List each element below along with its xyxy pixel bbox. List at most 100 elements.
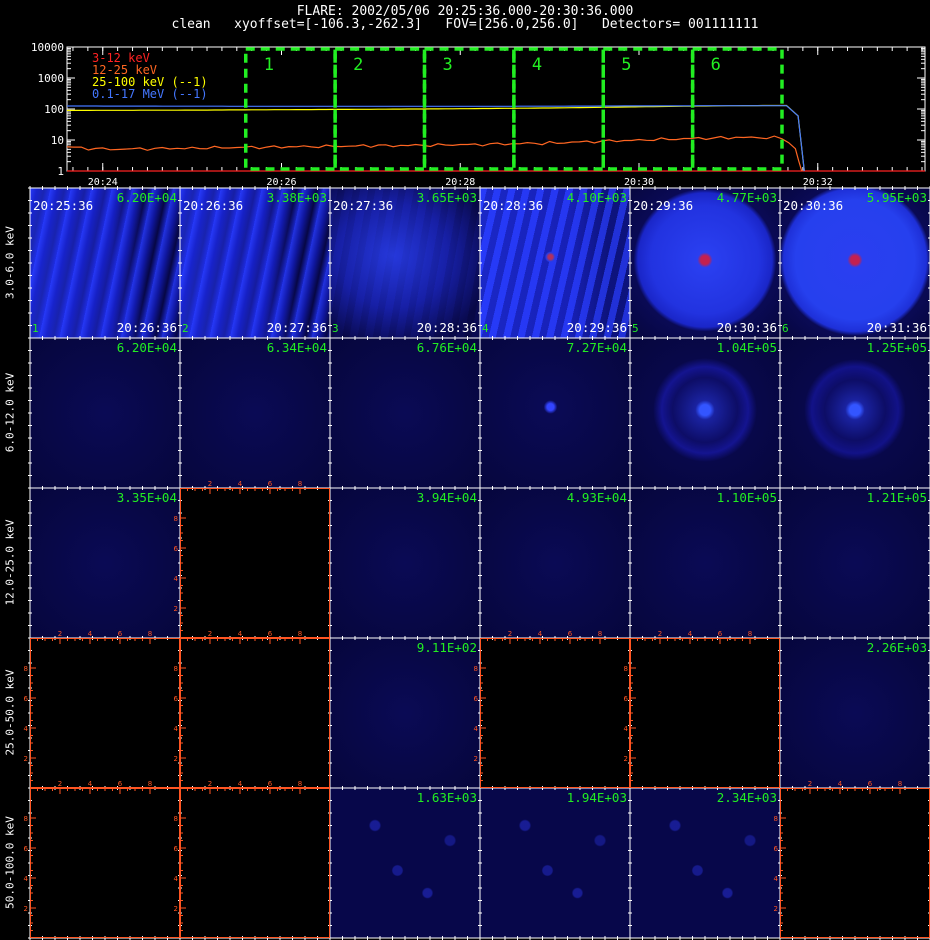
panel-interval-number: 4 [482,322,489,335]
panel-end-time: 20:28:36 [416,320,477,335]
panel-start-time: 20:27:36 [333,198,394,213]
panel-interval-number: 2 [182,322,189,335]
panel-max-value: 5.95E+03 [866,190,927,205]
panel-end-time: 20:30:36 [716,320,777,335]
panel-max-value: 3.94E+04 [416,490,477,505]
empty-image-panel [480,638,630,788]
panel-start-time: 20:26:36 [183,198,244,213]
panel-max-value: 3.38E+03 [266,190,327,205]
interval-label: 6 [711,55,721,75]
image-panel: 1.04E+05 [630,338,780,488]
image-panel: 3.35E+04 [30,488,180,638]
lightcurve-plot: 1 10 100 1000 10000 20:24 20:26 20:28 20:30 20:32… [31,41,926,188]
empty-image-panel [180,488,330,638]
panel-interval-number: 1 [32,322,39,335]
energy-band-label: 25.0-50.0 keV [3,669,17,756]
image-panel: 1.10E+05 [630,488,780,638]
panel-end-time: 20:31:36 [866,320,927,335]
panel-max-value: 4.93E+04 [566,490,627,505]
empty-panel-tick-label: 8 [24,815,28,823]
x-tick-label: 20:28 [445,177,475,188]
image-panel: 6.20E+04 [30,338,180,488]
panel-end-time: 20:26:36 [116,320,177,335]
time-interval-box [601,47,695,171]
time-interval-box [690,47,784,171]
image-panel: 7.27E+04 [480,338,630,488]
panel-end-time: 20:27:36 [266,320,327,335]
energy-band-label: 6.0-12.0 keV [3,372,17,453]
panel-max-value: 1.63E+03 [416,790,477,805]
image-panel: 6.76E+04 [330,338,480,488]
panel-max-value: 4.10E+03 [566,190,627,205]
empty-panel-tick-label: 2 [24,755,28,763]
panel-max-value: 3.65E+03 [416,190,477,205]
empty-panel-tick-label: 6 [24,695,29,703]
panel-interval-number: 6 [782,322,789,335]
energy-band-label: 3.0-6.0 keV [3,226,17,299]
empty-panel-tick-label: 2 [24,905,28,913]
interval-label: 1 [264,55,274,75]
image-panel: 1.25E+05 [780,338,930,488]
panel-max-value: 6.20E+04 [116,340,177,355]
panel-start-time: 20:29:36 [633,198,694,213]
panel-max-value: 6.20E+04 [116,190,177,205]
panel-max-value: 6.76E+04 [416,340,477,355]
x-tick-label: 20:26 [266,177,296,188]
x-tick-label: 20:32 [803,177,833,188]
empty-panel-tick-label: 4 [24,875,29,883]
y-tick-label: 100 [44,103,64,116]
panel-max-value: 2.26E+03 [866,640,927,655]
legend-entry: 0.1-17 MeV (--1) [92,87,208,101]
empty-image-panel [780,788,930,938]
interval-label: 5 [621,55,631,75]
panel-max-value: 1.94E+03 [566,790,627,805]
interval-label: 3 [443,55,453,75]
image-panel: 1.94E+03 [480,788,630,938]
image-panel: 2.26E+03 [780,638,930,788]
x-tick-label: 20:24 [88,177,118,188]
image-panel: 6.20E+04 20:25:36 20:26:36 1 [30,188,180,338]
panel-max-value: 7.27E+04 [566,340,627,355]
panel-max-value: 6.34E+04 [266,340,327,355]
interval-label: 4 [532,55,542,75]
panel-end-time: 20:29:36 [566,320,627,335]
panel-max-value: 3.35E+04 [116,490,177,505]
empty-panel-tick-label: 4 [24,725,29,733]
image-panel: 3.94E+04 [330,488,480,638]
panel-start-time: 20:25:36 [33,198,94,213]
energy-band-label: 50.0-100.0 keV [3,816,17,909]
empty-image-panel [180,638,330,788]
panel-start-time: 20:28:36 [483,198,544,213]
panel-max-value: 2.34E+03 [716,790,777,805]
x-tick-label: 20:30 [624,177,654,188]
image-panel: 9.11E+02 [330,638,480,788]
image-panel: 4.10E+03 20:28:36 20:29:36 4 [480,188,630,338]
time-interval-box [512,47,605,171]
image-panel: 4.93E+04 [480,488,630,638]
empty-image-panel [180,788,330,938]
panel-max-value: 1.10E+05 [716,490,777,505]
panel-max-value: 4.77E+03 [716,190,777,205]
image-panel: 2.34E+03 [630,788,780,938]
empty-panel-tick-label: 6 [24,845,29,853]
empty-image-panel [30,788,180,938]
y-tick-label: 10 [51,134,64,147]
panel-interval-number: 3 [332,322,339,335]
image-panel: 5.95E+03 20:30:36 20:31:36 6 [780,188,930,338]
energy-band-label: 12.0-25.0 keV [3,519,17,606]
image-panel: 1.21E+05 [780,488,930,638]
panel-max-value: 1.25E+05 [866,340,927,355]
empty-panel-tick-label: 8 [24,665,28,673]
y-tick-label: 1 [57,165,64,178]
image-panel: 1.63E+03 [330,788,480,938]
panel-interval-number: 5 [632,322,639,335]
image-panel: 4.77E+03 20:29:36 20:30:36 5 [630,188,780,338]
empty-image-panel [30,638,180,788]
y-tick-label: 1000 [38,72,65,85]
panel-start-time: 20:30:36 [783,198,844,213]
panel-max-value: 9.11E+02 [416,640,477,655]
interval-label: 2 [353,55,363,75]
hessi-image-cube-figure: FLARE: 2002/05/06 20:25:36.000-20:30:36.… [0,0,930,940]
image-panel: 6.34E+04 [180,338,330,488]
image-panel: 3.38E+03 20:26:36 20:27:36 2 [180,188,330,338]
